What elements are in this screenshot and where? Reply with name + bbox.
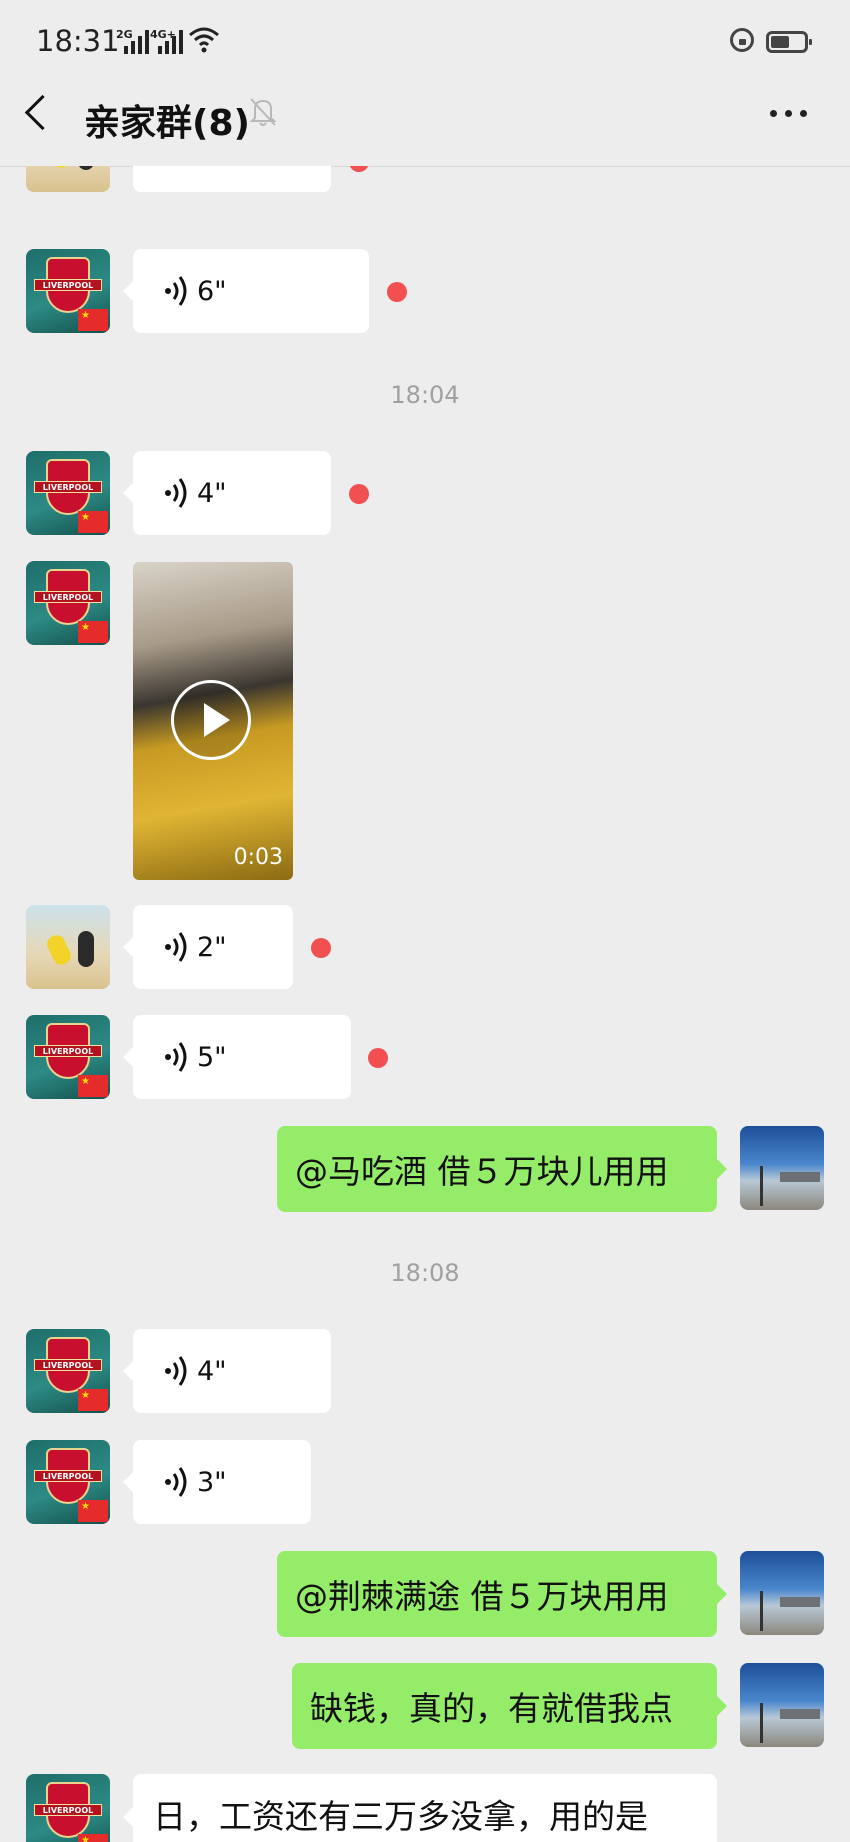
text-message-self[interactable]: @荆棘满途 借５万块用用 [277,1551,727,1637]
text-message-self[interactable]: @马吃酒 借５万块儿用用 [277,1126,727,1212]
lock-rotation-icon [730,28,754,52]
more-horizontal-icon[interactable] [770,110,807,117]
text-message-self[interactable]: 缺钱，真的，有就借我点 [292,1663,727,1749]
voice-duration: 5" [197,1041,227,1073]
voice-duration: 4" [197,1355,227,1387]
voice-wave-icon [165,1356,187,1386]
unread-dot [387,282,407,302]
voice-wave-icon [165,478,187,508]
battery-icon [766,31,812,53]
avatar[interactable] [740,1126,824,1210]
wifi-icon [189,27,219,53]
voice-message[interactable]: 6" [123,249,369,333]
timestamp: 18:04 [390,381,460,409]
avatar[interactable]: LIVERPOOL [26,451,110,535]
chat-title[interactable]: 亲家群(8) [84,94,250,146]
voice-duration: 6" [197,275,227,307]
voice-message[interactable]: 4" [123,1329,331,1413]
voice-message[interactable]: 5" [123,1015,351,1099]
voice-wave-icon [165,932,187,962]
chat-message-list[interactable]: 4" LIVERPOOL 6" 18:04 LIVERPOOL 4" LIVER… [0,166,850,1842]
voice-wave-icon [163,166,191,167]
avatar[interactable]: LIVERPOOL [26,1015,110,1099]
signal-icon: 2G [116,28,149,54]
voice-message[interactable]: 4" [133,166,331,192]
voice-wave-icon [165,1042,187,1072]
status-time: 18:31 [36,24,120,58]
bell-off-icon [249,98,277,126]
voice-duration: 2" [197,931,227,963]
voice-message[interactable]: 3" [123,1440,311,1524]
voice-wave-icon [165,1467,187,1497]
avatar[interactable]: LIVERPOOL [26,1774,110,1842]
text-message-other[interactable]: 日，工资还有三万多没拿，用的是 [123,1774,717,1842]
voice-message[interactable]: 2" [123,905,293,989]
avatar[interactable] [740,1551,824,1635]
avatar[interactable] [26,905,110,989]
unread-dot [349,484,369,504]
avatar[interactable]: LIVERPOOL [26,249,110,333]
avatar[interactable] [26,166,110,192]
voice-duration: 3" [197,1466,227,1498]
video-duration: 0:03 [233,845,283,870]
timestamp: 18:08 [390,1259,460,1287]
voice-duration: 4" [197,477,227,509]
avatar[interactable] [740,1663,824,1747]
voice-message[interactable]: 4" [123,451,331,535]
signal-icon: 4G+ [150,28,183,54]
voice-wave-icon [165,276,187,306]
play-icon[interactable] [171,680,251,760]
unread-dot [349,166,369,172]
avatar[interactable]: LIVERPOOL [26,1329,110,1413]
avatar[interactable]: LIVERPOOL [26,1440,110,1524]
video-message[interactable]: 0:03 [133,562,293,880]
unread-dot [368,1048,388,1068]
unread-dot [311,938,331,958]
avatar[interactable]: LIVERPOOL [26,561,110,645]
